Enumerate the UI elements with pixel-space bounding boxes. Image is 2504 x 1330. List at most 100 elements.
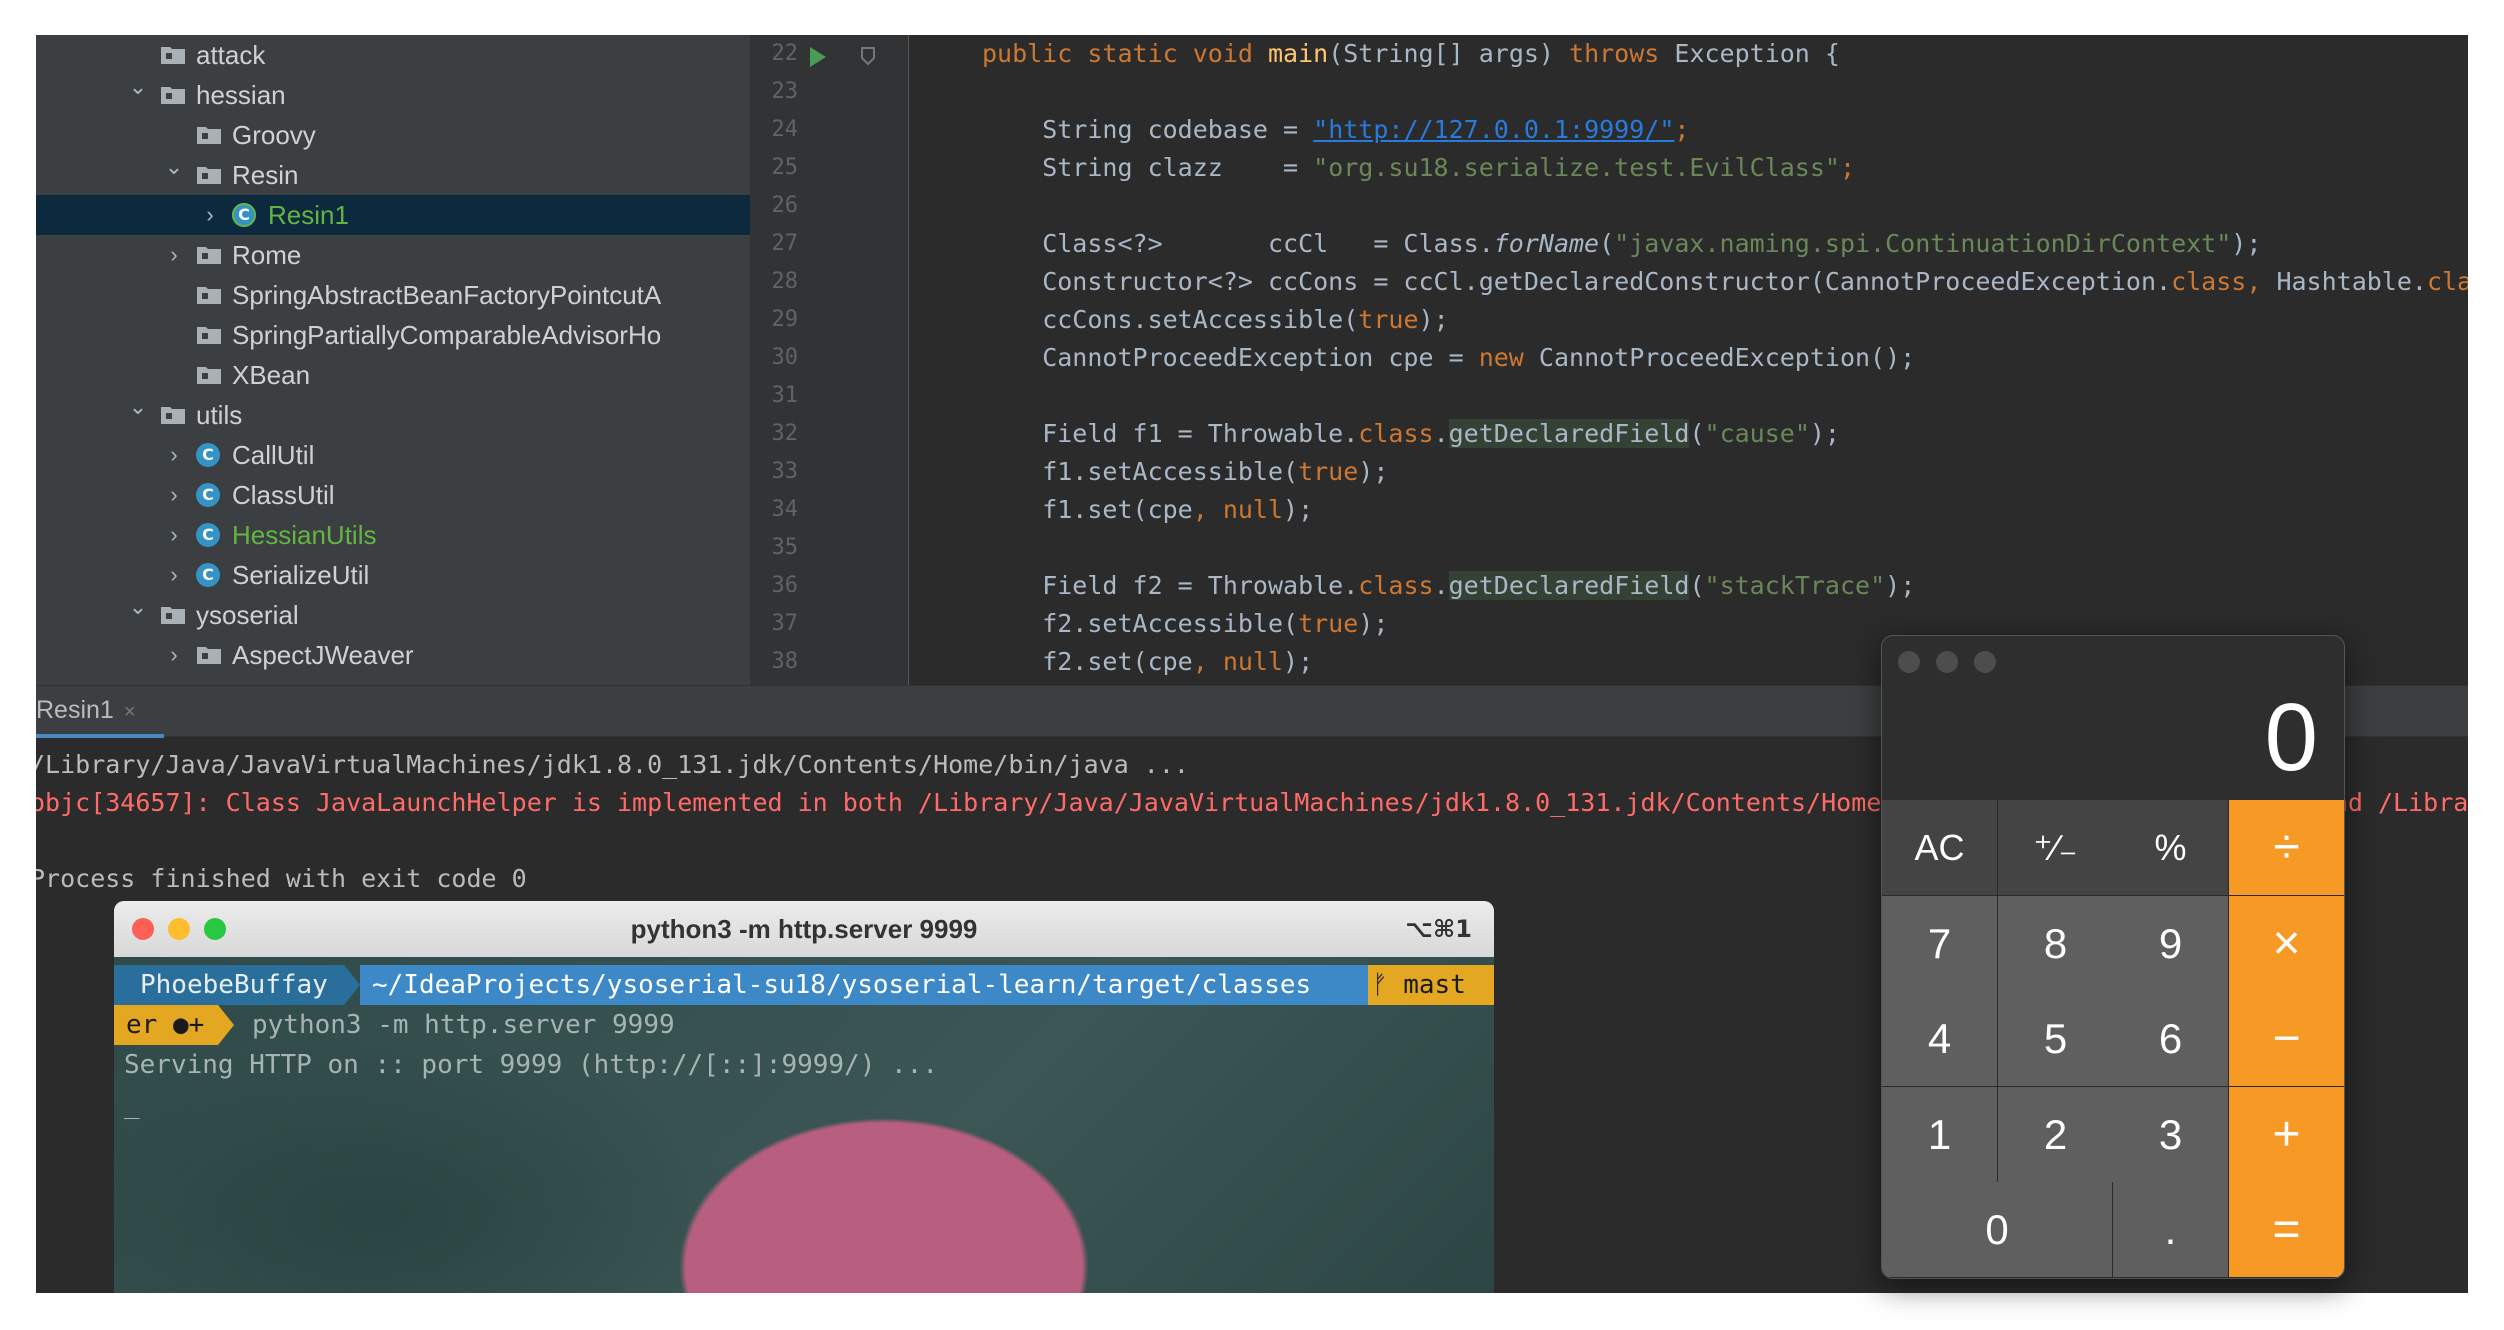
code-token: new <box>1478 343 1539 372</box>
code-line: f1.set(cpe, null); <box>982 491 1313 529</box>
key-digit-4[interactable]: 4 <box>1882 991 1998 1087</box>
key-add[interactable]: + <box>2229 1087 2344 1183</box>
line-number: 28 <box>771 269 799 294</box>
key-digit-8[interactable]: 8 <box>1998 896 2114 992</box>
tree-item-springpartiallycomparableadvisorho[interactable]: SpringPartiallyComparableAdvisorHo <box>36 315 750 355</box>
code-token: . <box>1433 571 1449 600</box>
code-token: ); <box>2231 229 2262 258</box>
prompt-separator-icon <box>344 965 360 1005</box>
console-line: Process finished with exit code 0 <box>36 864 527 893</box>
key-digit-1[interactable]: 1 <box>1882 1087 1998 1183</box>
runnable-class-icon: C <box>232 203 256 227</box>
chevron-right-icon[interactable]: › <box>164 635 184 675</box>
line-number: 37 <box>771 611 799 636</box>
chevron-right-icon[interactable]: › <box>164 435 184 475</box>
code-token: Hashtable. <box>2276 267 2427 296</box>
code-token: throws <box>1569 39 1675 68</box>
code-token: public static void <box>982 39 1268 68</box>
tree-item-callutil[interactable]: › C CallUtil <box>36 435 750 475</box>
key-decimal[interactable]: . <box>2113 1182 2229 1278</box>
tree-item-classutil[interactable]: › C ClassUtil <box>36 475 750 515</box>
class-icon: C <box>196 563 220 587</box>
tree-item-label: Rome <box>232 240 302 270</box>
code-token: ); <box>1418 305 1449 334</box>
code-token: f1.setAccessible( <box>982 457 1299 486</box>
code-editor[interactable]: public static void main(String[] args) t… <box>909 35 2468 685</box>
zoom-window-button[interactable] <box>1974 651 1996 673</box>
key-digit-6[interactable]: 6 <box>2113 991 2229 1087</box>
console-line: /Library/Java/JavaVirtualMachines/jdk1.8… <box>36 750 1189 779</box>
package-folder-icon <box>196 285 222 305</box>
chevron-down-icon[interactable]: ⌄ <box>128 387 148 427</box>
key-multiply[interactable]: × <box>2229 896 2344 992</box>
key-digit-2[interactable]: 2 <box>1998 1087 2114 1183</box>
key-digit-3[interactable]: 3 <box>2113 1087 2229 1183</box>
run-icon[interactable] <box>810 47 826 67</box>
code-token: "stackTrace" <box>1704 571 1886 600</box>
key-divide[interactable]: ÷ <box>2229 800 2344 896</box>
package-folder-icon <box>196 245 222 265</box>
minimize-window-button[interactable] <box>1936 651 1958 673</box>
code-line: Field f1 = Throwable.class.getDeclaredFi… <box>982 415 1840 453</box>
chevron-right-icon[interactable]: › <box>164 555 184 595</box>
tree-item-resin[interactable]: ⌄ Resin <box>36 154 750 195</box>
code-line: f1.setAccessible(true); <box>982 453 1388 491</box>
code-line: Class<?> ccCl = Class.forName("javax.nam… <box>982 225 2261 263</box>
code-token: ( <box>1599 229 1615 258</box>
prompt-separator-icon <box>1352 965 1368 1005</box>
code-token: (String[] args) <box>1328 39 1570 68</box>
code-token: ccCons.setAccessible( <box>982 305 1359 334</box>
code-token: ); <box>1358 457 1389 486</box>
chevron-right-icon[interactable]: › <box>164 235 184 275</box>
key-plus-minus[interactable]: ⁺∕₋ <box>1998 800 2114 896</box>
tab-resin1[interactable]: Resin1 × <box>36 686 164 738</box>
breakpoint-icon[interactable] <box>860 47 876 66</box>
code-line: f2.setAccessible(true); <box>982 605 1388 643</box>
code-token: main <box>1267 39 1329 68</box>
key-digit-0[interactable]: 0 <box>1882 1182 2113 1278</box>
key-subtract[interactable]: − <box>2229 991 2344 1087</box>
code-line: CannotProceedException cpe = new CannotP… <box>982 339 1915 377</box>
line-number: 24 <box>771 117 799 142</box>
line-number: 33 <box>771 459 799 484</box>
key-all-clear[interactable]: AC <box>1882 800 1998 896</box>
tree-item-utils[interactable]: ⌄ utils <box>36 394 750 435</box>
terminal-cursor: _ <box>124 1090 140 1120</box>
chevron-down-icon[interactable]: ⌄ <box>164 147 184 187</box>
key-percent[interactable]: % <box>2113 800 2229 896</box>
key-digit-7[interactable]: 7 <box>1882 896 1998 992</box>
prompt-separator-icon <box>218 1005 234 1045</box>
code-token: forName <box>1493 229 1600 258</box>
terminal-titlebar[interactable]: python3 -m http.server 9999 ⌥⌘1 <box>114 901 1494 958</box>
package-folder-icon <box>196 645 222 665</box>
close-icon[interactable]: × <box>124 701 136 723</box>
tree-item-ysoserial[interactable]: ⌄ ysoserial <box>36 594 750 635</box>
code-token: f2.set(cpe <box>982 647 1193 676</box>
tree-item-resin1[interactable]: › C Resin1 <box>36 195 750 235</box>
chevron-down-icon[interactable]: ⌄ <box>128 67 148 107</box>
key-digit-5[interactable]: 5 <box>1998 991 2114 1087</box>
chevron-right-icon[interactable]: › <box>200 195 220 235</box>
code-line: Constructor<?> ccCons = ccCl.getDeclared… <box>982 263 2468 301</box>
code-token: null <box>1222 647 1284 676</box>
tree-item-springabstractbeanfactorypointcuta[interactable]: SpringAbstractBeanFactoryPointcutA <box>36 275 750 315</box>
chevron-right-icon[interactable]: › <box>164 475 184 515</box>
tree-item-hessian[interactable]: ⌄ hessian <box>36 74 750 115</box>
code-token: Field f2 = Throwable. <box>982 571 1359 600</box>
code-token: ); <box>1885 571 1916 600</box>
terminal-shortcut: ⌥⌘1 <box>1405 915 1472 943</box>
code-token: true <box>1298 457 1359 486</box>
tree-item-aspectjweaver[interactable]: › AspectJWeaver <box>36 635 750 675</box>
tree-item-rome[interactable]: › Rome <box>36 235 750 275</box>
key-digit-9[interactable]: 9 <box>2113 896 2229 992</box>
code-token: true <box>1298 609 1359 638</box>
chevron-right-icon[interactable]: › <box>164 515 184 555</box>
package-folder-icon <box>196 165 222 185</box>
terminal-body[interactable]: PhoebeBuffay ~/IdeaProjects/ysoserial-su… <box>114 957 1494 1293</box>
close-window-button[interactable] <box>1898 651 1920 673</box>
code-token: class <box>1358 571 1434 600</box>
key-equals[interactable]: = <box>2229 1182 2344 1278</box>
tree-item-groovy[interactable]: Groovy <box>36 115 750 155</box>
chevron-down-icon[interactable]: ⌄ <box>128 587 148 627</box>
tree-item-hessianutils[interactable]: › C HessianUtils <box>36 515 750 555</box>
